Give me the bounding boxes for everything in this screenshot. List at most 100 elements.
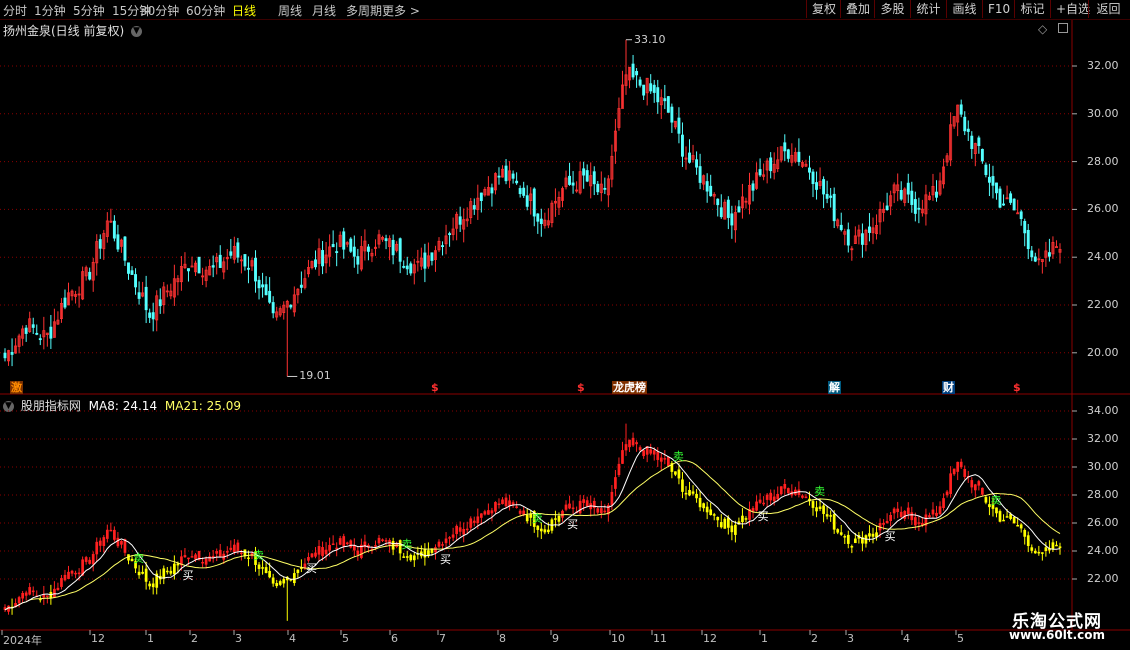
- indicator-candle: [688, 489, 691, 496]
- candle-body: [656, 87, 660, 103]
- indicator-candle: [959, 461, 963, 468]
- candle-body: [88, 271, 92, 280]
- candle-body: [638, 79, 642, 86]
- chart-canvas[interactable]: [0, 0, 1130, 650]
- event-marker[interactable]: $: [430, 381, 440, 394]
- indicator-candle: [49, 591, 53, 599]
- indicator-candle: [614, 477, 617, 489]
- x-tick-label: 3: [847, 632, 854, 645]
- candle-body: [1023, 220, 1027, 234]
- indicator-candle: [1030, 547, 1034, 551]
- event-marker[interactable]: 龙虎榜: [612, 381, 647, 394]
- indicator-candle: [218, 549, 222, 558]
- candle-body: [1026, 229, 1030, 250]
- indicator-candle: [518, 510, 522, 514]
- indicator-candle: [815, 507, 818, 512]
- indicator-candle: [483, 511, 487, 515]
- y-tick-label: 32.00: [1087, 432, 1119, 445]
- indicator-candle: [543, 529, 547, 533]
- indicator-candle: [292, 573, 296, 584]
- candle-body: [38, 338, 42, 341]
- candle-body: [642, 84, 646, 96]
- candle-body: [913, 199, 917, 214]
- candle-body: [391, 239, 395, 256]
- candle-body: [187, 268, 190, 272]
- indicator-candle: [942, 498, 945, 509]
- candle-body: [998, 188, 1002, 208]
- event-marker[interactable]: 激: [10, 381, 23, 394]
- candle-body: [264, 284, 268, 296]
- indicator-candle: [169, 570, 173, 574]
- indicator-candle: [892, 508, 896, 514]
- indicator-candle: [691, 491, 695, 494]
- candle-body: [677, 117, 681, 134]
- indicator-candle: [522, 510, 526, 515]
- y-tick-label: 28.00: [1087, 154, 1119, 168]
- sell-signal: 卖: [401, 537, 413, 551]
- indicator-candle: [952, 468, 956, 475]
- candle-body: [631, 63, 635, 78]
- indicator-candle: [257, 564, 261, 569]
- watermark-name: 乐淘公式网: [1012, 612, 1102, 632]
- candle-body: [24, 327, 28, 334]
- indicator-candle: [652, 450, 656, 455]
- candle-body: [670, 106, 674, 123]
- indicator-candle: [617, 463, 621, 476]
- x-tick-label: 5: [342, 632, 349, 645]
- indicator-candle: [469, 518, 473, 528]
- indicator-candle: [656, 451, 660, 460]
- candle-body: [384, 238, 388, 242]
- indicator-candle: [476, 516, 480, 524]
- event-marker[interactable]: $: [576, 381, 586, 394]
- indicator-candle: [719, 522, 723, 528]
- candle-body: [758, 169, 762, 176]
- indicator-candle: [21, 593, 24, 599]
- indicator-candle: [211, 555, 215, 558]
- event-marker[interactable]: 解: [828, 381, 841, 394]
- indicator-candle: [684, 492, 688, 495]
- indicator-candle: [536, 525, 540, 530]
- candle-body: [860, 233, 864, 245]
- indicator-candle: [564, 504, 568, 510]
- indicator-candle: [247, 557, 250, 559]
- indicator-candle: [148, 583, 152, 587]
- indicator-candle: [225, 551, 229, 553]
- event-marker[interactable]: 财: [942, 381, 955, 394]
- candles-group: [3, 39, 1062, 377]
- indicator-candle: [913, 517, 917, 526]
- indicator-candle: [779, 486, 783, 495]
- event-marker[interactable]: $: [1012, 381, 1022, 394]
- indicator-candle: [1023, 530, 1027, 537]
- indicator-candle: [45, 595, 49, 597]
- indicator-candle: [1058, 546, 1062, 549]
- indicator-candle: [338, 538, 342, 545]
- candle-body: [635, 71, 639, 76]
- indicator-candle: [871, 533, 875, 537]
- candle-body: [257, 279, 261, 289]
- indicator-candle: [451, 534, 455, 538]
- candle-body: [730, 213, 734, 226]
- indicator-candle: [938, 506, 942, 515]
- candle-body: [698, 166, 702, 183]
- x-tick-label: 2: [811, 632, 818, 645]
- indicator-candle: [628, 439, 631, 448]
- indicator-candle: [331, 543, 335, 546]
- indicator-candle: [504, 497, 508, 507]
- indicator-candle: [928, 515, 931, 518]
- indicator-candle: [77, 572, 81, 575]
- candle-body: [112, 220, 116, 239]
- indicator-candle: [1002, 519, 1005, 522]
- indicator-candle: [853, 538, 857, 544]
- indicator-candle: [709, 509, 713, 516]
- indicator-candle: [850, 546, 854, 548]
- candle-body: [984, 164, 988, 176]
- candle-body: [737, 206, 741, 213]
- candle-body: [398, 238, 402, 262]
- indicator-candle: [666, 456, 670, 467]
- indicator-candle: [183, 555, 187, 558]
- x-tick-label: 2: [191, 632, 198, 645]
- candle-body: [144, 286, 148, 311]
- indicator-candle: [677, 469, 681, 479]
- indicator-candle: [455, 525, 458, 535]
- indicator-candle: [977, 481, 981, 486]
